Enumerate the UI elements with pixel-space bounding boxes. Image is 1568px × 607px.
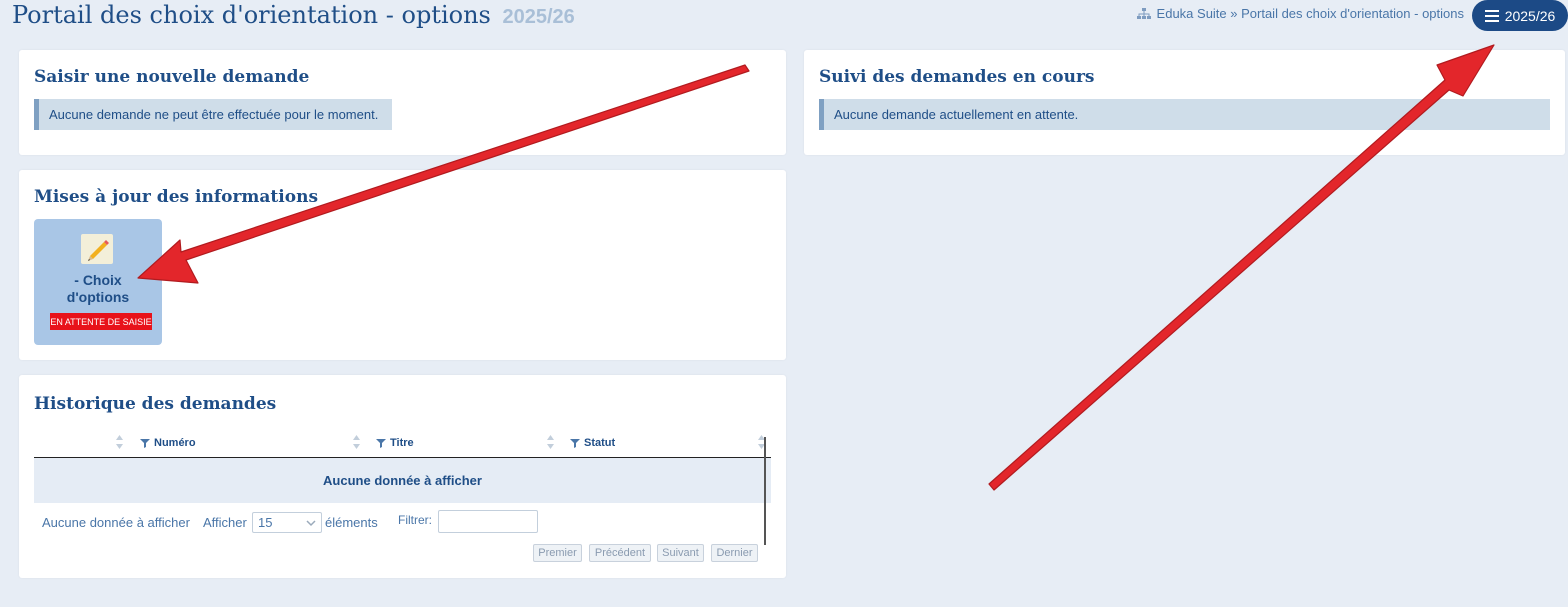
tracking-title: Suivi des demandes en cours [819,67,1095,87]
filter-label: Filtrer: [398,513,432,527]
new-request-title: Saisir une nouvelle demande [34,67,310,87]
elements-label: éléments [325,515,378,530]
table-scrollbar[interactable] [764,437,766,545]
tile-label-line1: - Choix [74,272,122,288]
year-menu-label: 2025/26 [1504,7,1556,24]
year-menu-button[interactable]: 2025/26 [1472,0,1568,31]
column-label-statut: Statut [584,437,616,449]
updates-card: Mises à jour des informations - Choix d'… [19,170,786,360]
table-info: Aucune donnée à afficher [42,515,190,530]
sort-icon[interactable] [115,433,124,451]
pagination-next-button[interactable]: Suivant [657,544,704,562]
page-title: Portail des choix d'orientation - option… [12,0,575,30]
page-size-value: 15 [258,515,273,530]
hamburger-icon [1484,9,1499,22]
chevron-down-icon [306,520,316,527]
pagination-last-button[interactable]: Dernier [711,544,758,562]
sort-icon[interactable] [546,433,555,451]
sitemap-icon [1136,7,1151,20]
tile-label-line2: d'options [66,289,130,305]
page-size-select[interactable]: 15 [252,512,322,533]
pagination-previous-button[interactable]: Précédent [589,544,651,562]
sort-icon[interactable] [352,433,361,451]
breadcrumb-text[interactable]: Eduka Suite » Portail des choix d'orient… [1157,6,1464,21]
filter-icon[interactable] [140,438,150,448]
new-request-message: Aucune demande ne peut être effectuée po… [34,99,392,130]
column-header-statut[interactable]: Statut [570,429,615,457]
history-card: Historique des demandes Numéro Titre Sta… [19,375,786,578]
updates-title: Mises à jour des informations [34,187,319,207]
table-header: Numéro Titre Statut [34,429,771,458]
page-size-label: Afficher [203,515,247,530]
column-label-numero: Numéro [154,437,196,449]
page-title-year: 2025/26 [502,6,575,28]
pencil-edit-icon [81,234,113,264]
choix-options-tile[interactable]: - Choix d'options EN ATTENTE DE SAISIE [34,219,162,345]
column-header-titre[interactable]: Titre [376,429,414,457]
column-label-titre: Titre [390,437,414,449]
history-title: Historique des demandes [34,394,277,414]
filter-input[interactable] [438,510,538,533]
filter-icon[interactable] [570,438,580,448]
tile-label: - Choix d'options [34,272,162,306]
page-title-text: Portail des choix d'orientation - option… [12,1,491,29]
status-badge: EN ATTENTE DE SAISIE [50,313,152,330]
column-header-numero[interactable]: Numéro [140,429,196,457]
table-empty-row: Aucune donnée à afficher [34,458,771,503]
pagination-first-button[interactable]: Premier [533,544,582,562]
breadcrumb[interactable]: Eduka Suite » Portail des choix d'orient… [1136,6,1464,21]
filter-icon[interactable] [376,438,386,448]
new-request-card: Saisir une nouvelle demande Aucune deman… [19,50,786,155]
tracking-message: Aucune demande actuellement en attente. [819,99,1550,130]
tracking-card: Suivi des demandes en cours Aucune deman… [804,50,1565,155]
